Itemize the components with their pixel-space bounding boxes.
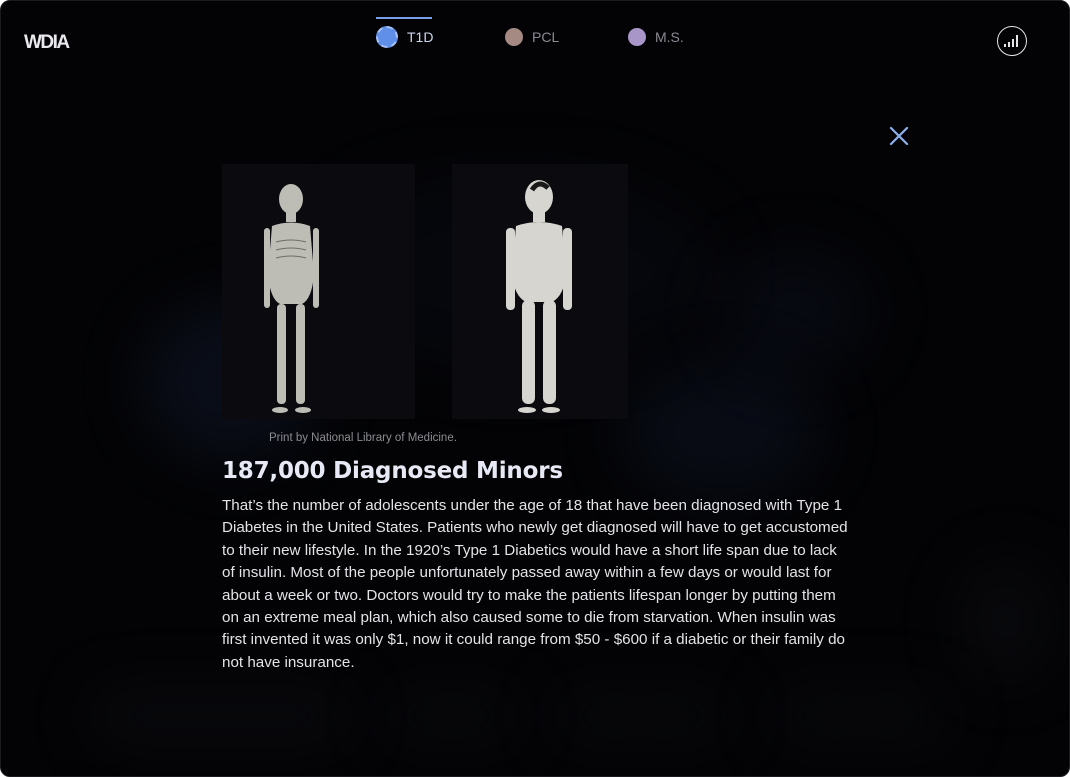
close-button[interactable] — [888, 125, 910, 147]
modal-title: 187,000 Diagnosed Minors — [222, 458, 563, 484]
modal-body-text: That’s the number of adolescents under t… — [222, 497, 848, 671]
app-window: WDIA T1D PCL M.S. Print by National Libr… — [0, 0, 1070, 777]
t1d-dot-icon — [376, 26, 398, 48]
tab-label: PCL — [532, 29, 560, 45]
background-blur — [721, 251, 871, 371]
historical-photo-after — [452, 164, 628, 419]
background-blur — [621, 361, 821, 501]
background-blur — [91, 691, 351, 741]
background-blur — [771, 691, 951, 741]
ms-dot-icon — [628, 28, 646, 46]
background-blur — [551, 691, 731, 741]
background-blur — [961, 561, 1051, 681]
tab-label: M.S. — [655, 29, 684, 45]
tab-pcl[interactable]: PCL — [505, 17, 559, 57]
tab-t1d[interactable]: T1D — [376, 17, 433, 57]
photo-caption: Print by National Library of Medicine. — [269, 432, 457, 444]
signal-bars-icon — [1004, 35, 1018, 47]
logo[interactable]: WDIA — [24, 32, 70, 54]
background-blur — [381, 691, 521, 741]
close-icon — [889, 126, 909, 146]
pcl-dot-icon — [505, 28, 523, 46]
tab-label: T1D — [407, 29, 434, 45]
tab-ms[interactable]: M.S. — [628, 17, 684, 57]
signal-button[interactable] — [997, 26, 1027, 56]
child-figure-image — [222, 164, 415, 419]
child-figure-image — [452, 164, 628, 419]
historical-photo-before — [222, 164, 415, 419]
